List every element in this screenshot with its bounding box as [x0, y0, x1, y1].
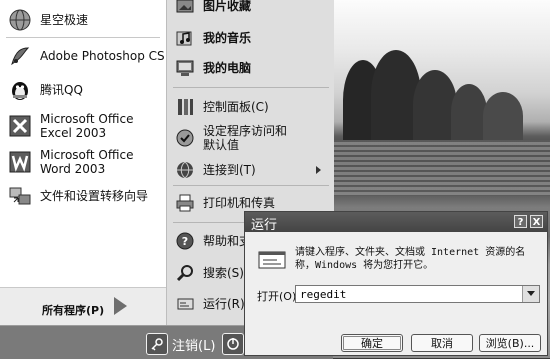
help-button[interactable]: ? — [514, 215, 527, 228]
divider — [173, 87, 329, 88]
menu-item-label: 打印机和传真 — [203, 196, 276, 210]
open-input-value[interactable]: regedit — [300, 288, 346, 301]
divider — [173, 185, 329, 186]
connect-icon — [175, 160, 195, 180]
pinned-item-label: Adobe Photoshop CS — [40, 49, 165, 63]
cancel-button[interactable]: 取消 — [411, 334, 473, 352]
wallpaper-tree — [451, 84, 487, 140]
power-icon — [222, 333, 244, 355]
help-icon: ? — [175, 231, 195, 251]
menu-item-control-panel[interactable]: 控制面板(C) — [175, 97, 269, 117]
browse-button[interactable]: 浏览(B)... — [479, 334, 541, 352]
open-combobox[interactable]: regedit — [295, 285, 540, 303]
pinned-item-label: 腾讯QQ — [40, 83, 83, 97]
pinned-item-label: Microsoft Office Word 2003 — [40, 148, 134, 176]
menu-item-search[interactable]: 搜索(S) — [175, 263, 244, 283]
dialog-title: 运行 — [251, 218, 278, 233]
pinned-item-word[interactable]: Microsoft Office Word 2003 — [8, 148, 158, 176]
wallpaper-water — [333, 140, 550, 196]
run-program-icon — [257, 248, 287, 278]
menu-item-label: 控制面板(C) — [203, 100, 269, 114]
excel-icon — [8, 114, 32, 138]
music-icon — [175, 28, 195, 48]
pinned-item-label: Microsoft Office Excel 2003 — [40, 112, 134, 140]
menu-item-my-pictures[interactable]: 图片收藏 — [175, 0, 251, 16]
menu-item-program-access[interactable]: 设定程序访问和默认值 — [175, 124, 293, 152]
menu-item-printers[interactable]: 打印机和传真 — [175, 193, 275, 213]
menu-item-label: 搜索(S) — [203, 266, 244, 280]
logoff-label: 注销(L) — [172, 338, 216, 354]
search-icon — [175, 263, 195, 283]
globe-icon — [8, 8, 32, 32]
printer-icon — [175, 193, 195, 213]
key-icon — [146, 333, 168, 355]
ok-button[interactable]: 确定 — [341, 334, 403, 352]
menu-item-label: 我的电脑 — [203, 61, 252, 75]
menu-item-label: 图片收藏 — [203, 0, 252, 13]
close-button[interactable]: X — [530, 215, 543, 228]
pinned-item-transfer-wizard[interactable]: 文件和设置转移向导 — [8, 184, 148, 208]
arrow-right-icon — [114, 297, 127, 315]
dialog-titlebar[interactable]: 运行 ? X — [245, 212, 547, 233]
menu-item-label: 连接到(T) — [203, 163, 256, 177]
pinned-item-xingkong[interactable]: 星空极速 — [8, 8, 88, 32]
menu-item-help[interactable]: ? 帮助和支 — [175, 231, 251, 251]
menu-item-my-music[interactable]: 我的音乐 — [175, 28, 251, 48]
menu-item-label: 运行(R) — [203, 297, 245, 311]
qq-penguin-icon — [8, 78, 32, 102]
wallpaper-tree — [483, 92, 523, 140]
pinned-item-label: 星空极速 — [40, 13, 89, 27]
pinned-item-qq[interactable]: 腾讯QQ — [8, 78, 83, 102]
pinned-item-label: 文件和设置转移向导 — [40, 189, 149, 203]
pictures-icon — [175, 0, 195, 16]
all-programs-label: 所有程序(P) — [42, 304, 105, 317]
logoff-button[interactable]: 注销(L) — [146, 333, 215, 355]
program-access-icon — [175, 128, 195, 148]
all-programs-button[interactable]: 所有程序(P) — [0, 287, 166, 326]
pinned-item-photoshop[interactable]: Adobe Photoshop CS — [8, 44, 165, 68]
svg-text:?: ? — [182, 235, 188, 248]
open-label: 打开(O): — [257, 290, 300, 303]
dialog-description: 请键入程序、文件夹、文档或 Internet 资源的名称，Windows 将为您… — [295, 247, 526, 271]
submenu-arrow-icon — [316, 166, 321, 174]
transfer-wizard-icon — [8, 184, 32, 208]
menu-item-label: 设定程序访问和默认值 — [203, 124, 288, 152]
run-icon — [175, 294, 195, 314]
divider — [6, 37, 160, 38]
photoshop-icon — [8, 44, 32, 68]
computer-icon — [175, 58, 195, 78]
menu-item-run[interactable]: 运行(R) — [175, 294, 245, 314]
control-panel-icon — [175, 97, 195, 117]
chevron-down-icon[interactable] — [522, 286, 539, 302]
word-icon — [8, 150, 32, 174]
menu-item-connect-to[interactable]: 连接到(T) — [175, 160, 327, 180]
menu-item-my-computer[interactable]: 我的电脑 — [175, 58, 251, 78]
pinned-item-excel[interactable]: Microsoft Office Excel 2003 — [8, 112, 158, 140]
menu-item-label: 我的音乐 — [203, 31, 252, 45]
run-dialog: 运行 ? X 请键入程序、文件夹、文档或 Internet 资源的名称，Wind… — [244, 211, 548, 356]
start-menu-left-pane: 星空极速 Adobe Photoshop CS 腾讯QQ Microsoft O… — [0, 0, 166, 326]
